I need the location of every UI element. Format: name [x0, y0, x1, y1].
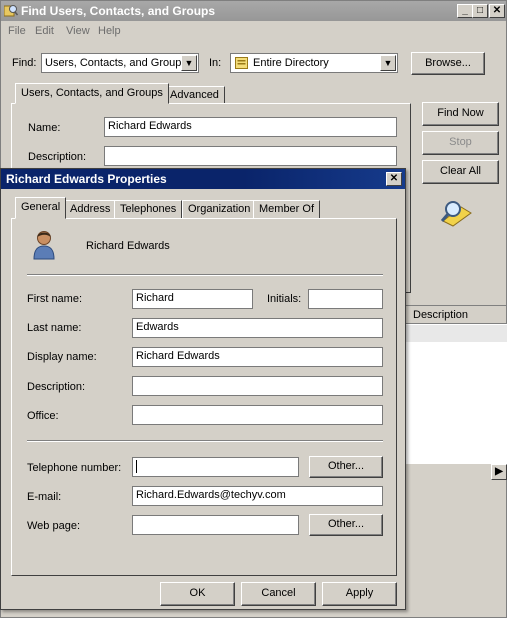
maximize-icon: □ — [476, 5, 484, 16]
tab-address[interactable]: Address — [64, 200, 117, 219]
separator — [27, 274, 383, 276]
search-animation-icon — [440, 201, 472, 227]
maximize-button[interactable]: □ — [472, 4, 488, 18]
separator — [27, 440, 383, 442]
table-row[interactable] — [405, 325, 507, 342]
initials-label: Initials: — [267, 293, 302, 305]
tab-users-contacts-groups[interactable]: Users, Contacts, and Groups — [15, 83, 169, 104]
close-icon: ✕ — [492, 5, 502, 16]
find-label: Find: — [12, 57, 37, 69]
chevron-right-icon: ▶ — [495, 466, 503, 477]
search-description-label: Description: — [28, 151, 87, 163]
search-description-input[interactable] — [104, 146, 397, 166]
find-type-value: Users, Contacts, and Groups — [45, 57, 187, 69]
menu-view[interactable]: View — [66, 25, 90, 37]
in-location-select[interactable]: Entire Directory ▼ — [230, 53, 398, 73]
tab-general[interactable]: General — [15, 197, 67, 219]
menu-help[interactable]: Help — [98, 25, 121, 37]
chevron-down-icon[interactable]: ▼ — [181, 55, 197, 71]
apply-button[interactable]: Apply — [322, 582, 397, 606]
initials-input[interactable] — [308, 289, 383, 309]
find-type-select[interactable]: Users, Contacts, and Groups ▼ — [41, 53, 199, 73]
webpage-other-button[interactable]: Other... — [309, 514, 383, 536]
properties-dialog: Richard Edwards Properties ✕ General Add… — [0, 168, 406, 610]
telephone-input[interactable] — [132, 457, 299, 477]
cancel-button[interactable]: Cancel — [241, 582, 316, 606]
email-input[interactable]: Richard.Edwards@techyv.com — [132, 486, 383, 506]
scroll-right-button[interactable]: ▶ — [491, 464, 507, 480]
display-name-label: Display name: — [27, 351, 97, 363]
browse-button[interactable]: Browse... — [411, 52, 485, 75]
stop-button[interactable]: Stop — [422, 131, 499, 155]
find-window-titlebar[interactable]: Find Users, Contacts, and Groups _ □ ✕ — [1, 1, 506, 21]
menu-file[interactable]: File — [8, 25, 26, 37]
in-label: In: — [209, 57, 222, 69]
minimize-icon: _ — [462, 5, 468, 16]
menu-edit[interactable]: Edit — [35, 25, 54, 37]
results-list[interactable]: Description ▶ — [405, 305, 507, 480]
close-icon: ✕ — [389, 173, 399, 184]
description-input[interactable] — [132, 376, 383, 396]
user-icon — [33, 231, 55, 260]
menu-bar: File Edit View Help — [1, 22, 506, 40]
tab-organization[interactable]: Organization — [182, 200, 257, 219]
telephone-label: Telephone number: — [27, 462, 122, 474]
user-display-heading: Richard Edwards — [86, 240, 170, 252]
tab-telephones[interactable]: Telephones — [114, 200, 183, 219]
general-tab-panel: Richard Edwards First name: Richard Init… — [11, 218, 397, 576]
last-name-input[interactable]: Edwards — [132, 318, 383, 338]
properties-close-button[interactable]: ✕ — [386, 172, 402, 186]
find-app-icon — [4, 5, 18, 17]
close-button[interactable]: ✕ — [489, 4, 505, 18]
description-label: Description: — [27, 381, 86, 393]
telephone-other-button[interactable]: Other... — [309, 456, 383, 478]
ok-button[interactable]: OK — [160, 582, 235, 606]
email-label: E-mail: — [27, 491, 62, 503]
results-header: Description — [405, 306, 507, 324]
horizontal-scrollbar[interactable]: ▶ — [405, 463, 507, 480]
webpage-label: Web page: — [27, 520, 81, 532]
properties-titlebar[interactable]: Richard Edwards Properties ✕ — [1, 169, 405, 189]
find-now-button[interactable]: Find Now — [422, 102, 499, 126]
office-label: Office: — [27, 410, 59, 422]
directory-icon — [235, 57, 248, 69]
last-name-label: Last name: — [27, 322, 82, 334]
webpage-input[interactable] — [132, 515, 299, 535]
first-name-input[interactable]: Richard — [132, 289, 253, 309]
in-location-value: Entire Directory — [253, 57, 329, 69]
tab-advanced[interactable]: Advanced — [164, 86, 225, 104]
chevron-down-icon[interactable]: ▼ — [380, 55, 396, 71]
minimize-button[interactable]: _ — [457, 4, 473, 18]
first-name-label: First name: — [27, 293, 83, 305]
office-input[interactable] — [132, 405, 383, 425]
clear-all-button[interactable]: Clear All — [422, 160, 499, 184]
display-name-input[interactable]: Richard Edwards — [132, 347, 383, 367]
properties-title: Richard Edwards Properties — [6, 172, 167, 186]
column-description[interactable]: Description — [413, 309, 468, 321]
name-label: Name: — [28, 122, 61, 134]
name-input[interactable]: Richard Edwards — [104, 117, 397, 137]
find-window-title: Find Users, Contacts, and Groups — [21, 4, 216, 18]
tab-member-of[interactable]: Member Of — [253, 200, 321, 219]
text-caret — [136, 460, 137, 473]
